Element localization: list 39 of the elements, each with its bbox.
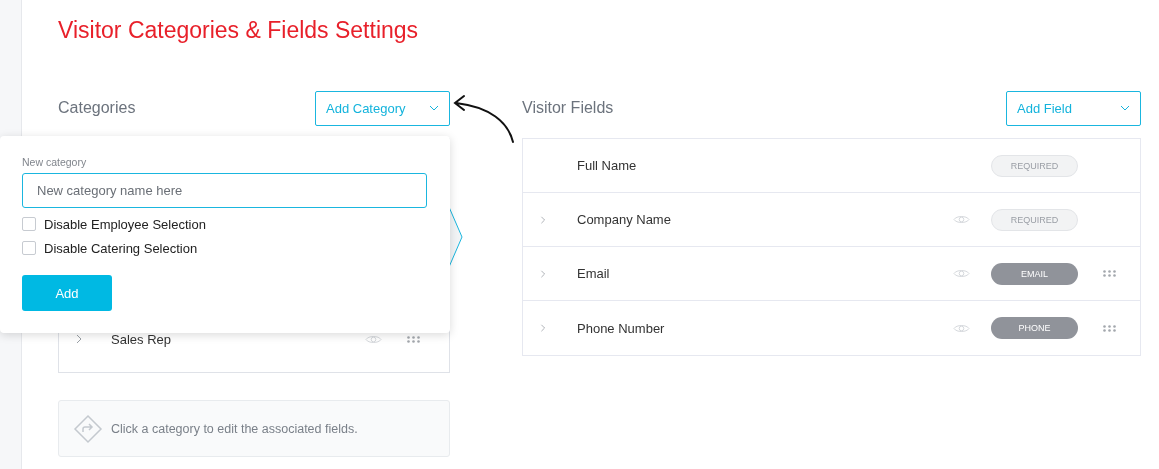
- checkbox-label: Disable Catering Selection: [44, 240, 198, 256]
- field-name: Email: [577, 266, 611, 281]
- category-row[interactable]: Sales Rep: [59, 312, 449, 366]
- selection-pointer-icon: [449, 207, 463, 267]
- chevron-right-icon: [74, 334, 84, 344]
- chevron-right-icon: [539, 323, 547, 333]
- field-name: Phone Number: [577, 320, 666, 336]
- chevron-right-icon: [539, 214, 547, 225]
- category-name: Sales Rep: [111, 331, 172, 347]
- page-title: Visitor Categories & Fields Settings: [58, 16, 420, 45]
- field-row[interactable]: Phone Number PHONE: [523, 301, 1140, 355]
- eye-icon[interactable]: [952, 214, 970, 225]
- field-row[interactable]: Company Name REQUIRED: [523, 193, 1140, 247]
- checkbox[interactable]: [22, 241, 36, 255]
- field-name: Company Name: [577, 212, 672, 227]
- drag-handle-icon[interactable]: [1102, 270, 1116, 277]
- field-label: New category: [22, 156, 88, 168]
- eye-icon[interactable]: [364, 333, 382, 345]
- field-badge: PHONE: [991, 317, 1078, 339]
- field-row[interactable]: Full Name REQUIRED: [523, 139, 1140, 193]
- category-name-input[interactable]: New category name here: [22, 173, 427, 208]
- eye-icon[interactable]: [952, 322, 970, 334]
- drag-handle-icon[interactable]: [1102, 324, 1116, 332]
- chevron-down-icon: [429, 103, 439, 113]
- chevron-down-icon: [1120, 103, 1130, 113]
- hint-text: Click a category to edit the associated fields.: [111, 421, 358, 436]
- field-badge: REQUIRED: [991, 208, 1078, 231]
- visitor-fields-heading: Visitor Fields: [522, 99, 614, 117]
- field-name: Full Name: [577, 158, 638, 173]
- directions-icon: [73, 413, 103, 444]
- eye-icon[interactable]: [952, 268, 970, 279]
- field-row[interactable]: Email EMAIL: [523, 247, 1140, 301]
- field-badge: REQUIRED: [991, 154, 1078, 177]
- drag-handle-icon[interactable]: [406, 335, 420, 343]
- categories-heading: Categories: [58, 99, 136, 117]
- chevron-right-icon: [539, 268, 547, 279]
- field-badge: EMAIL: [991, 262, 1078, 285]
- checkbox-label: Disable Employee Selection: [44, 216, 206, 232]
- checkbox[interactable]: [22, 217, 36, 231]
